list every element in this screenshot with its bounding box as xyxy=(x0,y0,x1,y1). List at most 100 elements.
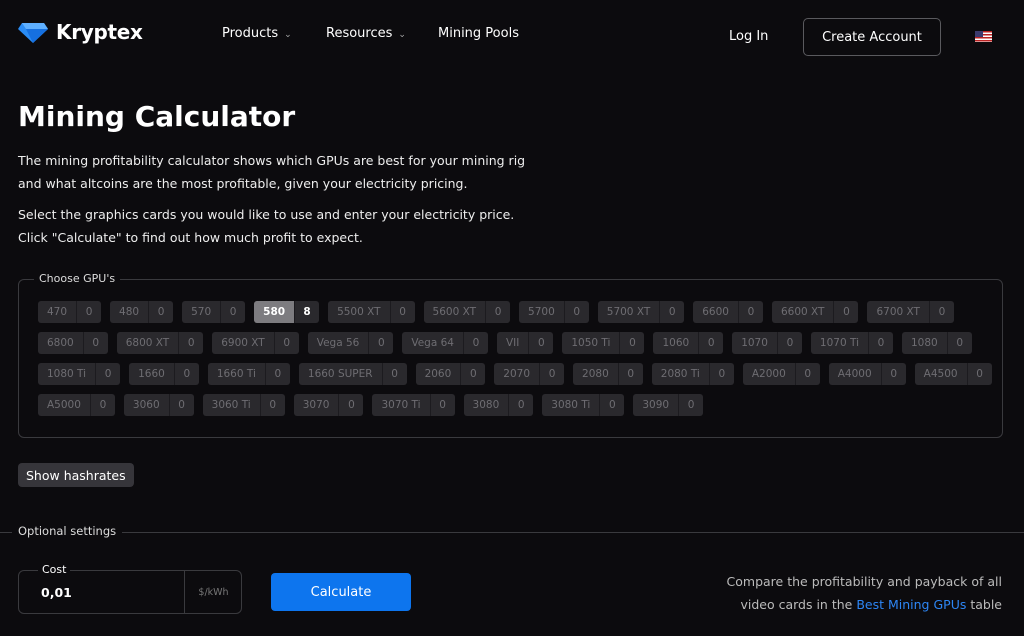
create-account-button[interactable]: Create Account xyxy=(803,18,941,56)
gpu-count-input[interactable]: 0 xyxy=(509,394,533,416)
gpu-chip[interactable]: 5600 XT 0 xyxy=(423,301,511,323)
gpu-count-input[interactable]: 0 xyxy=(699,332,723,354)
gpu-name[interactable]: 6600 xyxy=(693,301,739,323)
gpu-name[interactable]: 570 xyxy=(182,301,222,323)
gpu-chip[interactable]: VII 0 xyxy=(496,332,554,354)
gpu-name[interactable]: 6600 XT xyxy=(772,301,835,323)
gpu-count-input[interactable]: 0 xyxy=(170,394,194,416)
gpu-name[interactable]: 3080 Ti xyxy=(542,394,601,416)
gpu-count-input[interactable]: 0 xyxy=(540,363,564,385)
gpu-chip[interactable]: 3090 0 xyxy=(633,394,704,416)
gpu-name[interactable]: 3070 Ti xyxy=(372,394,431,416)
gpu-name[interactable]: A5000 xyxy=(38,394,91,416)
best-mining-gpus-link[interactable]: Best Mining GPUs xyxy=(856,597,966,612)
brand-logo[interactable]: Kryptex xyxy=(18,20,143,44)
gpu-chip[interactable]: 470 0 xyxy=(38,301,102,323)
gpu-name[interactable]: Vega 56 xyxy=(308,332,370,354)
gpu-name[interactable]: 5500 XT xyxy=(328,301,391,323)
gpu-name[interactable]: 2080 Ti xyxy=(652,363,710,385)
gpu-name[interactable]: A4000 xyxy=(829,363,882,385)
gpu-chip[interactable]: 570 0 xyxy=(182,301,246,323)
gpu-chip[interactable]: 5700 XT 0 xyxy=(597,301,685,323)
gpu-chip[interactable]: 1070 0 xyxy=(732,332,802,354)
gpu-chip[interactable]: 1060 0 xyxy=(653,332,724,354)
nav-mining-pools[interactable]: Mining Pools xyxy=(438,26,519,41)
gpu-count-input[interactable]: 0 xyxy=(266,363,290,385)
gpu-name[interactable]: 5700 XT xyxy=(598,301,661,323)
gpu-count-input[interactable]: 0 xyxy=(778,332,802,354)
gpu-name[interactable]: 3070 xyxy=(294,394,340,416)
gpu-count-input[interactable]: 0 xyxy=(565,301,589,323)
gpu-count-input[interactable]: 0 xyxy=(529,332,553,354)
gpu-count-input[interactable]: 0 xyxy=(96,363,120,385)
nav-products[interactable]: Products ⌄ xyxy=(222,26,292,41)
gpu-chip[interactable]: 2080 Ti 0 xyxy=(651,363,734,385)
gpu-name[interactable]: 1660 xyxy=(129,363,175,385)
us-flag-icon[interactable] xyxy=(975,31,992,42)
calculate-button[interactable]: Calculate xyxy=(271,573,411,611)
gpu-chip[interactable]: 6900 XT 0 xyxy=(212,332,299,354)
gpu-count-input[interactable]: 0 xyxy=(391,301,415,323)
gpu-count-input[interactable]: 0 xyxy=(948,332,972,354)
gpu-name[interactable]: 6900 XT xyxy=(212,332,275,354)
gpu-name[interactable]: 3090 xyxy=(633,394,680,416)
gpu-name[interactable]: 3060 Ti xyxy=(203,394,261,416)
gpu-chip[interactable]: 2080 0 xyxy=(573,363,643,385)
gpu-chip[interactable]: 3070 0 xyxy=(293,394,364,416)
gpu-name[interactable]: 2060 xyxy=(416,363,462,385)
gpu-chip[interactable]: 1660 Ti 0 xyxy=(207,363,290,385)
gpu-name[interactable]: 3080 xyxy=(464,394,510,416)
gpu-name[interactable]: A4500 xyxy=(915,363,968,385)
gpu-name[interactable]: 2070 xyxy=(494,363,541,385)
gpu-count-input[interactable]: 0 xyxy=(175,363,199,385)
gpu-count-input[interactable]: 0 xyxy=(619,363,643,385)
gpu-chip[interactable]: 480 0 xyxy=(110,301,174,323)
gpu-count-input[interactable]: 0 xyxy=(383,363,407,385)
show-hashrates-button[interactable]: Show hashrates xyxy=(18,463,134,487)
gpu-count-input[interactable]: 0 xyxy=(464,332,488,354)
gpu-count-input[interactable]: 0 xyxy=(620,332,644,354)
gpu-chip[interactable]: 5500 XT 0 xyxy=(328,301,415,323)
gpu-count-input[interactable]: 0 xyxy=(84,332,108,354)
gpu-chip[interactable]: Vega 56 0 xyxy=(307,332,394,354)
gpu-chip[interactable]: 3060 Ti 0 xyxy=(202,394,285,416)
gpu-count-input[interactable]: 0 xyxy=(869,332,893,354)
gpu-name[interactable]: 470 xyxy=(38,301,78,323)
gpu-count-input[interactable]: 0 xyxy=(149,301,173,323)
gpu-count-input[interactable]: 0 xyxy=(796,363,820,385)
gpu-count-input[interactable]: 0 xyxy=(679,394,703,416)
gpu-chip[interactable]: 1660 0 xyxy=(129,363,199,385)
gpu-name[interactable]: VII xyxy=(497,332,530,354)
gpu-chip[interactable]: 6800 XT 0 xyxy=(116,332,204,354)
gpu-chip[interactable]: A5000 0 xyxy=(38,394,115,416)
gpu-chip[interactable]: A2000 0 xyxy=(742,363,820,385)
gpu-count-input[interactable]: 0 xyxy=(179,332,203,354)
gpu-count-input[interactable]: 0 xyxy=(261,394,285,416)
gpu-chip[interactable]: Vega 64 0 xyxy=(402,332,488,354)
gpu-chip[interactable]: 5700 0 xyxy=(519,301,589,323)
gpu-count-input[interactable]: 0 xyxy=(600,394,624,416)
gpu-chip[interactable]: 6600 XT 0 xyxy=(771,301,859,323)
cost-input[interactable] xyxy=(41,585,181,600)
gpu-name[interactable]: 6800 xyxy=(38,332,84,354)
gpu-count-input[interactable]: 0 xyxy=(461,363,485,385)
gpu-chip[interactable]: 3080 Ti 0 xyxy=(542,394,625,416)
gpu-chip[interactable]: 1070 Ti 0 xyxy=(810,332,893,354)
gpu-count-input[interactable]: 0 xyxy=(834,301,858,323)
gpu-name[interactable]: 1070 xyxy=(732,332,778,354)
gpu-count-input[interactable]: 0 xyxy=(882,363,906,385)
gpu-name[interactable]: 5600 XT xyxy=(424,301,487,323)
gpu-name[interactable]: 3060 xyxy=(124,394,170,416)
gpu-count-input[interactable]: 0 xyxy=(968,363,992,385)
gpu-chip[interactable]: 1080 0 xyxy=(902,332,972,354)
gpu-chip[interactable]: A4500 0 xyxy=(914,363,992,385)
gpu-count-input[interactable]: 0 xyxy=(710,363,734,385)
gpu-chip[interactable]: 3080 0 xyxy=(463,394,534,416)
gpu-chip[interactable]: 6700 XT 0 xyxy=(867,301,954,323)
gpu-chip[interactable]: 1080 Ti 0 xyxy=(38,363,121,385)
gpu-chip[interactable]: 3070 Ti 0 xyxy=(372,394,455,416)
gpu-name[interactable]: 6800 XT xyxy=(117,332,180,354)
gpu-chip[interactable]: 6800 0 xyxy=(38,332,108,354)
gpu-count-input[interactable]: 0 xyxy=(339,394,363,416)
login-link[interactable]: Log In xyxy=(729,29,768,44)
